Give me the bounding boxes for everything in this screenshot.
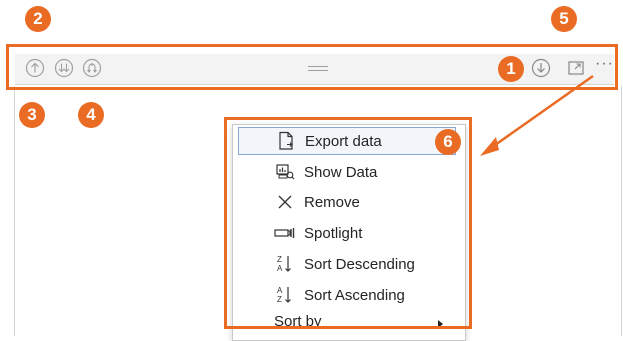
svg-text:A: A (277, 264, 283, 273)
menu-item-label: Export data (305, 132, 382, 150)
menu-item-label: Remove (304, 193, 360, 211)
menu-item-show-data[interactable]: Show Data (238, 158, 456, 186)
remove-icon (272, 194, 298, 210)
menu-item-sort-ascending[interactable]: AZ Sort Ascending (238, 281, 456, 309)
menu-item-label: Sort Descending (304, 255, 415, 273)
menu-item-spotlight[interactable]: Spotlight (238, 219, 456, 247)
svg-text:A: A (277, 286, 283, 295)
show-data-icon (272, 163, 298, 181)
spotlight-icon (272, 227, 298, 239)
svg-text:Z: Z (277, 255, 282, 264)
menu-item-sort-descending[interactable]: ZA Sort Descending (238, 250, 456, 278)
annotation-badge-5: 5 (551, 6, 577, 32)
menu-item-sort-by[interactable]: Sort by (274, 313, 322, 330)
menu-item-label: Spotlight (304, 224, 363, 242)
menu-item-export-data[interactable]: Export data (238, 127, 456, 155)
sort-descending-icon: ZA (272, 254, 298, 274)
menu-item-label: Show Data (304, 163, 378, 181)
annotation-badge-6: 6 (435, 129, 461, 155)
svg-text:Z: Z (277, 295, 282, 304)
sort-ascending-icon: AZ (272, 285, 298, 305)
export-data-icon (273, 131, 299, 151)
submenu-chevron-icon (438, 320, 443, 328)
menu-item-remove[interactable]: Remove (238, 188, 456, 216)
annotation-badge-2: 2 (25, 6, 51, 32)
menu-item-label: Sort Ascending (304, 286, 405, 304)
toolbar-highlight-box (6, 44, 618, 90)
